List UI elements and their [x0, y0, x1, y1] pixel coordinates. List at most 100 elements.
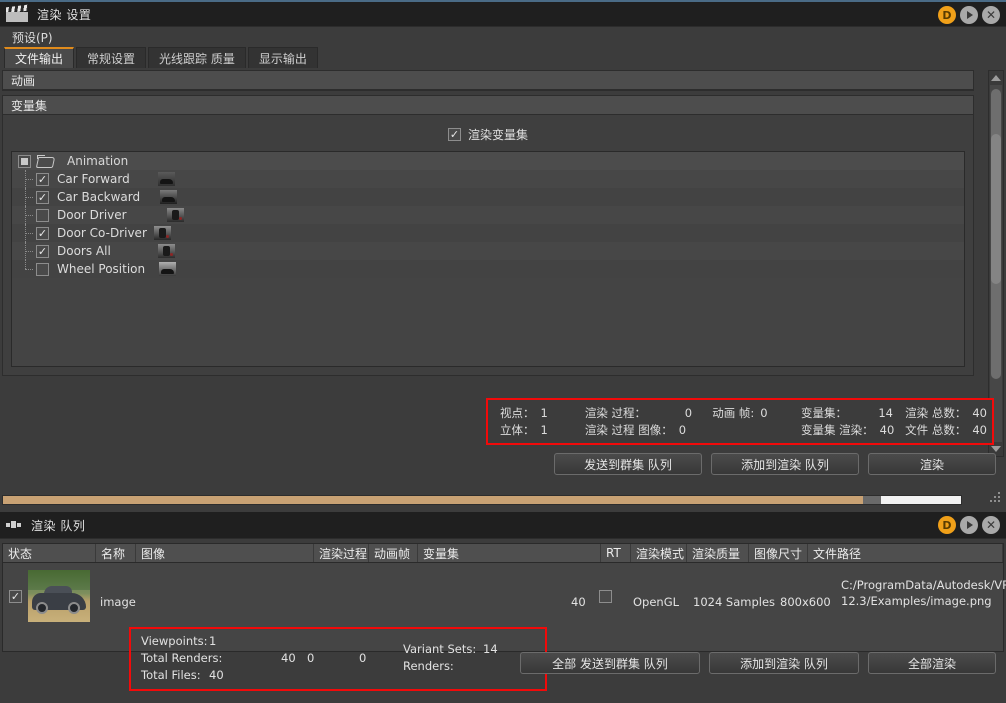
tree-item-label: Door Driver — [57, 208, 127, 222]
render-queue-table: 状态 名称 图像 渲染过程 动画帧 变量集 RT 渲染模式 渲染质量 图像尺寸 … — [2, 543, 1006, 691]
column-header-variant-sets[interactable]: 变量集 — [418, 544, 601, 562]
renders-label: Renders: — [403, 659, 454, 673]
hscrollbar-thumb-secondary[interactable] — [863, 496, 881, 504]
variant-thumbnail — [157, 244, 175, 258]
column-header-rt[interactable]: RT — [601, 544, 631, 562]
stats-column-render-passes: 渲染 过程： 0 渲染 过程 图像： 0 — [585, 400, 712, 443]
render-all-button[interactable]: 全部渲染 — [868, 652, 996, 674]
send-all-to-cluster-queue-button[interactable]: 全部 发送到群集 队列 — [520, 652, 700, 674]
render-mode-value: OpenGL — [633, 595, 680, 609]
render-variant-sets-row: 渲染变量集 — [11, 121, 965, 151]
tree-item-checkbox[interactable] — [36, 226, 49, 240]
scrollbar-thumb[interactable] — [991, 89, 1001, 379]
undock-icon[interactable] — [960, 516, 978, 534]
add-to-render-queue-button[interactable]: 添加到渲染 队列 — [709, 652, 859, 674]
render-queue-body: image Viewpoints: 1 Total Renders: 40 To… — [3, 563, 1006, 691]
row-details-highlight: Viewpoints: 1 Total Renders: 40 Total Fi… — [129, 627, 547, 691]
tree-item-doors-all[interactable]: Doors All — [12, 242, 964, 260]
tree-root-label: Animation — [67, 154, 129, 168]
main-horizontal-scrollbar[interactable] — [2, 495, 962, 505]
scroll-up-arrow-icon[interactable] — [989, 71, 1003, 85]
variant-sets-tree[interactable]: Animation Car Forward Car Ba — [11, 151, 965, 367]
column-header-name[interactable]: 名称 — [96, 544, 136, 562]
row-name: image — [100, 595, 136, 609]
total-renders-label: Total Renders: — [141, 651, 223, 665]
tree-root-animation[interactable]: Animation — [12, 152, 964, 170]
viewpoints-label: Viewpoints: — [141, 634, 208, 648]
tab-file-output[interactable]: 文件输出 — [4, 47, 75, 68]
tree-root-checkbox[interactable] — [18, 154, 31, 168]
viewpoints-value: 1 — [540, 406, 548, 420]
column-header-status[interactable]: 状态 — [3, 544, 96, 562]
stereo-value: 1 — [540, 423, 548, 437]
render-pass-images-label: 渲染 过程 图像： — [584, 423, 673, 437]
folder-icon — [37, 155, 53, 167]
variant-thumbnail — [160, 190, 178, 204]
variant-thumbnail — [157, 172, 175, 186]
tab-display-output[interactable]: 显示输出 — [247, 47, 318, 68]
tree-item-door-co-driver[interactable]: Door Co-Driver — [12, 224, 964, 242]
variant-sets-column-value: 40 — [571, 595, 586, 609]
column-header-image-size[interactable]: 图像尺寸 — [749, 544, 808, 562]
tab-raytracing-quality[interactable]: 光线跟踪 质量 — [148, 47, 246, 68]
render-variant-sets-checkbox[interactable] — [447, 128, 461, 141]
variant-set-renders-label: 变量集 渲染： — [800, 423, 874, 437]
variant-sets-value: 14 — [878, 406, 893, 420]
tree-item-checkbox[interactable] — [36, 244, 49, 258]
render-statistics-box: 视点： 1 立体： 1 渲染 过程： 0 渲染 过程 图像： 0 动画 帧: 0 — [486, 398, 994, 445]
render-queue-titlebar: 渲染 队列 D ✕ — [0, 512, 1006, 539]
variant-thumbnail — [159, 262, 177, 276]
tree-item-car-backward[interactable]: Car Backward — [12, 188, 964, 206]
render-settings-tabbar: 文件输出 常规设置 光线跟踪 质量 显示输出 — [0, 47, 1006, 68]
docking-badge-icon[interactable]: D — [938, 516, 956, 534]
variant-thumbnail — [153, 226, 171, 240]
render-settings-titlebar: 渲染 设置 D ✕ — [0, 0, 1006, 27]
variant-sets-label: Variant Sets: — [403, 642, 477, 656]
render-button[interactable]: 渲染 — [868, 453, 996, 475]
add-to-render-queue-button[interactable]: 添加到渲染 队列 — [711, 453, 859, 475]
variant-sets-label: 变量集： — [800, 406, 847, 420]
hscrollbar-track[interactable] — [881, 496, 961, 504]
menu-item-presets[interactable]: 预设(P) — [8, 28, 57, 47]
tab-general-settings[interactable]: 常规设置 — [76, 47, 147, 68]
stereo-label: 立体： — [500, 423, 535, 437]
application-root: 渲染 设置 D ✕ 预设(P) 文件输出 常规设置 光线跟踪 质量 显示输出 动… — [0, 0, 1006, 703]
tree-item-label: Car Forward — [57, 172, 130, 186]
send-to-cluster-queue-button[interactable]: 发送到群集 队列 — [554, 453, 702, 475]
close-icon[interactable]: ✕ — [982, 516, 1000, 534]
tree-item-checkbox[interactable] — [36, 262, 49, 276]
variant-sets-value: 14 — [483, 642, 498, 656]
tree-item-checkbox[interactable] — [36, 208, 49, 222]
tree-item-wheel-position[interactable]: Wheel Position — [12, 260, 964, 278]
group-variant-sets-header[interactable]: 变量集 — [3, 96, 973, 115]
rt-checkbox[interactable] — [599, 590, 612, 603]
tree-item-label: Car Backward — [57, 190, 141, 204]
car-render-thumbnail — [28, 570, 90, 622]
column-header-image[interactable]: 图像 — [136, 544, 314, 562]
column-header-animation-frames[interactable]: 动画帧 — [369, 544, 418, 562]
hscrollbar-thumb[interactable] — [3, 496, 863, 504]
render-passes-value: 0 — [684, 406, 693, 420]
render-settings-title: 渲染 设置 — [37, 7, 92, 22]
tree-item-car-forward[interactable]: Car Forward — [12, 170, 964, 188]
image-size-value: 800x600 — [780, 595, 831, 609]
film-slate-icon — [6, 4, 28, 22]
tree-item-label: Wheel Position — [57, 262, 146, 276]
tree-item-door-driver[interactable]: Door Driver — [12, 206, 964, 224]
docking-badge-icon[interactable]: D — [938, 6, 956, 24]
group-animation-header[interactable]: 动画 — [3, 71, 973, 90]
column-header-render-mode[interactable]: 渲染模式 — [631, 544, 687, 562]
tree-item-checkbox[interactable] — [36, 172, 49, 186]
total-files-value: 40 — [209, 668, 224, 682]
column-header-render-process[interactable]: 渲染过程 — [314, 544, 369, 562]
resize-grip-icon[interactable] — [988, 492, 1002, 506]
tree-item-checkbox[interactable] — [36, 190, 49, 204]
render-settings-menubar: 预设(P) — [0, 27, 1006, 47]
animation-frames-label: 动画 帧: — [712, 406, 755, 420]
column-header-file-path[interactable]: 文件路径 — [808, 544, 1003, 562]
row-enabled-checkbox[interactable] — [9, 589, 22, 603]
file-path-value: C:/ProgramData/Autodesk/VREDPro-12.3/Exa… — [841, 578, 1006, 608]
close-icon[interactable]: ✕ — [982, 6, 1000, 24]
undock-icon[interactable] — [960, 6, 978, 24]
column-header-render-quality[interactable]: 渲染质量 — [687, 544, 749, 562]
